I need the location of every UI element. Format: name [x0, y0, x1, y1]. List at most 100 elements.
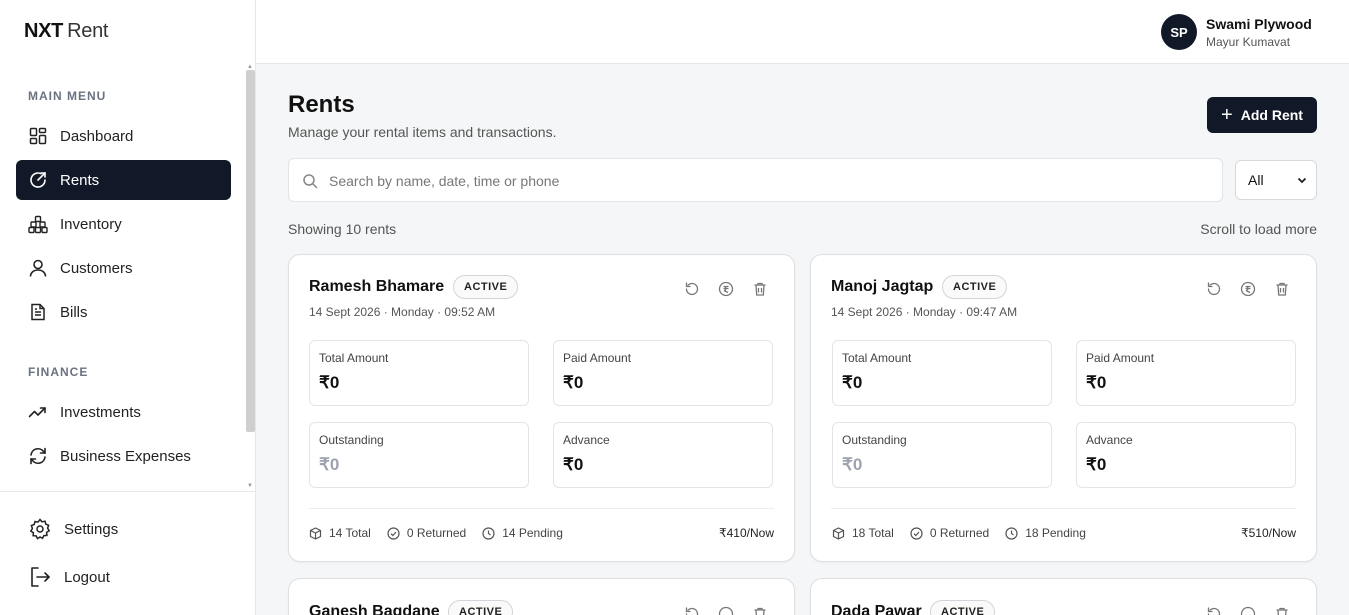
advance-box: Advance ₹0 [553, 422, 773, 488]
logout-button[interactable]: Logout [28, 565, 110, 589]
outstanding-box: Outstanding ₹0 [832, 422, 1052, 488]
search-bar [288, 158, 1223, 202]
paid-amount-box: Paid Amount ₹0 [1076, 340, 1296, 406]
customer-name: Manoj Jagtap [831, 278, 934, 295]
sidebar-item-customers[interactable]: Customers [16, 248, 231, 288]
sidebar: NXT Rent MAIN MENU Dashboard Rents Inven… [0, 0, 256, 615]
rent-card[interactable]: Manoj Jagtap ACTIVE 14 Sept 2026 · Monda… [810, 254, 1317, 562]
settings-label: Settings [64, 520, 119, 538]
user-name: Swami Plywood [1206, 16, 1312, 32]
status-badge: ACTIVE [930, 600, 996, 615]
brand-bold: NXT [24, 20, 64, 42]
return-icon[interactable] [684, 281, 700, 297]
trend-up-icon [28, 402, 48, 422]
pending-items: 18 Pending [1005, 526, 1086, 540]
pending-text: 18 Pending [1025, 526, 1086, 540]
gear-icon [28, 517, 52, 541]
trash-icon[interactable] [752, 281, 768, 297]
main-menu-title: MAIN MENU [28, 89, 107, 103]
sidebar-scrollbar[interactable] [246, 70, 255, 432]
stat-label: Total Amount [842, 351, 912, 365]
plus-icon: + [1221, 104, 1233, 126]
pending-text: 14 Pending [502, 526, 563, 540]
box-icon [309, 526, 322, 540]
finance-title: FINANCE [28, 365, 89, 379]
check-circle-icon [387, 526, 400, 540]
stat-label: Total Amount [319, 351, 389, 365]
app-root: NXT Rent MAIN MENU Dashboard Rents Inven… [0, 0, 1349, 615]
sidebar-item-label: Inventory [60, 215, 122, 233]
card-actions [1206, 281, 1290, 297]
sidebar-item-business-expenses[interactable]: Business Expenses [16, 436, 231, 476]
trash-icon[interactable] [752, 606, 768, 615]
customer-name: Ganesh Bagdane [309, 603, 440, 615]
user-subtitle: Mayur Kumavat [1206, 35, 1291, 49]
scroll-hint: Scroll to load more [1200, 221, 1317, 237]
add-rent-button[interactable]: + Add Rent [1207, 97, 1317, 133]
payment-icon[interactable] [1240, 281, 1256, 297]
status-filter-select[interactable]: All [1235, 160, 1317, 200]
sidebar-item-inventory[interactable]: Inventory [16, 204, 231, 244]
customer-name: Ramesh Bhamare [309, 278, 445, 295]
rent-card[interactable]: Dada Pawar ACTIVE [810, 578, 1317, 615]
brand-logo[interactable]: NXT Rent [24, 20, 108, 43]
search-icon [302, 173, 318, 189]
sidebar-item-label: Rents [60, 171, 100, 189]
return-icon[interactable] [684, 606, 700, 615]
box-icon [832, 526, 845, 540]
rent-datetime: 14 Sept 2026 · Monday · 09:47 AM [831, 305, 1018, 319]
outstanding-box: Outstanding ₹0 [309, 422, 529, 488]
total-amount-value: ₹0 [319, 373, 340, 392]
clock-icon [482, 526, 495, 540]
stat-label: Outstanding [319, 433, 384, 447]
customer-name: Dada Pawar [831, 603, 922, 615]
payment-icon[interactable] [718, 281, 734, 297]
settings-button[interactable]: Settings [28, 517, 118, 541]
paid-amount-value: ₹0 [563, 373, 584, 392]
stat-label: Paid Amount [563, 351, 632, 365]
sidebar-item-bills[interactable]: Bills [16, 292, 231, 332]
refresh-icon [28, 446, 48, 466]
scroll-down-arrow-icon[interactable]: ▼ [247, 483, 253, 489]
sidebar-item-rents[interactable]: Rents [16, 160, 231, 200]
returned-items: 0 Returned [387, 526, 466, 540]
trash-icon[interactable] [1274, 281, 1290, 297]
total-amount-box: Total Amount ₹0 [309, 340, 529, 406]
rent-icon [28, 170, 48, 190]
card-actions [684, 606, 768, 615]
returned-items: 0 Returned [910, 526, 989, 540]
sidebar-item-dashboard[interactable]: Dashboard [16, 116, 231, 156]
total-items: 18 Total [832, 526, 894, 540]
boxes-icon [28, 214, 48, 234]
sidebar-item-label: Customers [60, 259, 133, 277]
total-items: 14 Total [309, 526, 371, 540]
search-input[interactable] [329, 169, 1209, 193]
card-actions [684, 281, 768, 297]
sidebar-divider [0, 491, 256, 492]
sidebar-nav: MAIN MENU Dashboard Rents Inventory Cust… [0, 64, 256, 491]
outstanding-value: ₹0 [319, 455, 340, 474]
pending-items: 14 Pending [482, 526, 563, 540]
return-icon[interactable] [1206, 606, 1222, 615]
payment-icon[interactable] [1240, 606, 1256, 615]
total-items-text: 18 Total [852, 526, 894, 540]
card-actions [1206, 606, 1290, 615]
sidebar-item-label: Dashboard [60, 127, 134, 145]
rent-datetime: 14 Sept 2026 · Monday · 09:52 AM [309, 305, 496, 319]
page-title: Rents [288, 91, 355, 118]
advance-value: ₹0 [1086, 455, 1107, 474]
logout-icon [28, 565, 52, 589]
sidebar-item-investments[interactable]: Investments [16, 392, 231, 432]
clock-icon [1005, 526, 1018, 540]
rent-card[interactable]: Ganesh Bagdane ACTIVE [288, 578, 795, 615]
top-bar: SP Swami Plywood Mayur Kumavat [256, 0, 1349, 64]
filter-value: All [1248, 172, 1264, 188]
return-icon[interactable] [1206, 281, 1222, 297]
status-badge: ACTIVE [453, 275, 519, 299]
trash-icon[interactable] [1274, 606, 1290, 615]
stat-label: Paid Amount [1086, 351, 1155, 365]
avatar[interactable]: SP [1161, 14, 1197, 50]
rent-card[interactable]: Ramesh Bhamare ACTIVE 14 Sept 2026 · Mon… [288, 254, 795, 562]
outstanding-value: ₹0 [842, 455, 863, 474]
payment-icon[interactable] [718, 606, 734, 615]
